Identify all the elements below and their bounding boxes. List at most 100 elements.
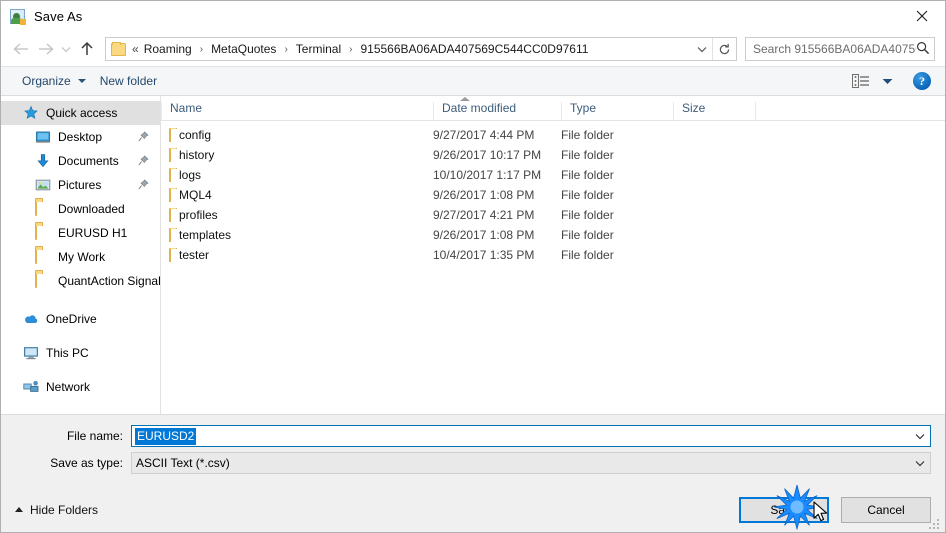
onedrive-icon (23, 311, 39, 327)
folder-icon (35, 200, 51, 217)
sidebar-item-label: My Work (58, 250, 106, 264)
network-icon (23, 379, 39, 395)
folder-icon (169, 208, 171, 222)
breadcrumb-item-metaquotes[interactable]: MetaQuotes (210, 42, 277, 56)
search-icon[interactable] (916, 41, 930, 58)
folder-icon (169, 148, 171, 162)
column-header-name[interactable]: Name (161, 101, 433, 120)
table-row[interactable]: history 9/26/2017 10:17 PM File folder (161, 145, 945, 165)
recent-locations-chevron-down-icon[interactable] (57, 37, 75, 61)
close-icon[interactable] (899, 1, 945, 31)
sidebar-item-label: This PC (46, 346, 89, 360)
sidebar-item-downloaded[interactable]: Downloaded (1, 197, 160, 221)
file-name-cell: config (169, 128, 433, 142)
sidebar-item-network[interactable]: Network (1, 375, 160, 399)
file-type-cell: File folder (561, 168, 614, 182)
file-type-cell: File folder (561, 128, 614, 142)
up-arrow-icon[interactable] (75, 37, 99, 61)
file-date-cell: 10/4/2017 1:35 PM (433, 248, 535, 262)
chevron-down-icon (77, 79, 86, 83)
sidebar-item-documents[interactable]: Documents (1, 149, 160, 173)
file-date-cell: 9/27/2017 4:44 PM (433, 128, 535, 142)
file-name-chevron-down-icon[interactable] (911, 433, 928, 440)
breadcrumb-overflow[interactable]: « (132, 42, 143, 56)
sidebar-item-quantaction-signal[interactable]: QuantAction Signal (1, 269, 160, 293)
new-folder-button[interactable]: New folder (93, 71, 164, 91)
breadcrumb-item-instance-id[interactable]: 915566BA06ADA407569C544CC0D97611 (359, 42, 589, 56)
back-arrow-icon[interactable] (9, 37, 33, 61)
file-type-cell: File folder (561, 188, 614, 202)
view-options-chevron-down-icon[interactable] (876, 78, 899, 85)
forward-arrow-icon[interactable] (33, 37, 57, 61)
address-chevron-down-icon[interactable] (692, 46, 712, 53)
save-as-type-chevron-down-icon[interactable] (911, 460, 928, 467)
column-header-date-modified[interactable]: Date modified (433, 101, 561, 120)
hide-folders-label: Hide Folders (30, 502, 99, 517)
resize-grip[interactable] (929, 517, 941, 529)
column-header-size[interactable]: Size (673, 101, 755, 120)
sidebar-item-my-work[interactable]: My Work (1, 245, 160, 269)
navigation-pane: Quick access Desktop Documents Pictures … (1, 96, 161, 414)
folder-icon (169, 128, 171, 142)
sidebar-item-pictures[interactable]: Pictures (1, 173, 160, 197)
breadcrumb-separator[interactable]: › (277, 44, 294, 55)
file-name-cell: MQL4 (169, 188, 433, 202)
folder-icon (169, 228, 171, 242)
sidebar-item-label: Pictures (58, 178, 102, 192)
table-row[interactable]: logs 10/10/2017 1:17 PM File folder (161, 165, 945, 185)
sidebar-item-quick-access[interactable]: Quick access (1, 101, 160, 125)
file-date-cell: 9/27/2017 4:21 PM (433, 208, 535, 222)
pictures-icon (35, 177, 51, 193)
file-type-cell: File folder (561, 248, 614, 262)
file-name-cell: tester (169, 248, 433, 262)
pin-icon[interactable] (138, 179, 149, 190)
sidebar-item-desktop[interactable]: Desktop (1, 125, 160, 149)
save-as-type-row: Save as type: ASCII Text (*.csv) (15, 452, 931, 474)
search-input[interactable]: Search 915566BA06ADA40756... (745, 37, 935, 61)
sidebar-item-label: EURUSD H1 (58, 226, 128, 240)
table-row[interactable]: config 9/27/2017 4:44 PM File folder (161, 125, 945, 145)
sidebar-item-onedrive[interactable]: OneDrive (1, 307, 160, 331)
save-button[interactable]: Save (739, 496, 829, 523)
breadcrumb-item-roaming[interactable]: Roaming (143, 42, 193, 56)
cancel-button[interactable]: Cancel (841, 496, 931, 523)
file-name-label: tester (179, 248, 210, 262)
folder-icon (35, 224, 51, 241)
save-as-dialog: Save As « Roaming › MetaQuotes › Termina… (0, 0, 946, 533)
hide-folders-button[interactable]: Hide Folders (15, 503, 98, 517)
window-title: Save As (34, 9, 83, 24)
file-list-pane: Name Date modified Type Size config 9/27… (161, 96, 945, 414)
file-rows: config 9/27/2017 4:44 PM File folder his… (161, 121, 945, 414)
table-row[interactable]: tester 10/4/2017 1:35 PM File folder (161, 245, 945, 265)
sidebar-item-label: Desktop (58, 130, 103, 144)
file-name-input[interactable]: EURUSD2 (131, 425, 931, 447)
search-placeholder: Search 915566BA06ADA40756... (753, 42, 916, 56)
pin-icon[interactable] (138, 155, 149, 166)
file-name-cell: templates (169, 228, 433, 242)
table-row[interactable]: templates 9/26/2017 1:08 PM File folder (161, 225, 945, 245)
breadcrumb-separator[interactable]: › (193, 44, 210, 55)
sidebar-item-this-pc[interactable]: This PC (1, 341, 160, 365)
this-pc-icon (23, 345, 39, 361)
sort-ascending-icon (460, 97, 470, 101)
list-view-icon[interactable] (846, 74, 876, 88)
navigation-bar: « Roaming › MetaQuotes › Terminal › 9155… (1, 32, 945, 66)
column-header-type[interactable]: Type (561, 101, 673, 120)
table-row[interactable]: profiles 9/27/2017 4:21 PM File folder (161, 205, 945, 225)
help-button[interactable]: ? (913, 72, 931, 90)
organize-button[interactable]: Organize (15, 71, 93, 91)
save-as-type-select[interactable]: ASCII Text (*.csv) (131, 452, 931, 474)
address-breadcrumb-bar[interactable]: « Roaming › MetaQuotes › Terminal › 9155… (105, 37, 737, 61)
file-date-cell: 9/26/2017 10:17 PM (433, 148, 542, 162)
chevron-up-icon (15, 507, 23, 512)
breadcrumb-separator[interactable]: › (342, 44, 359, 55)
pin-icon[interactable] (138, 131, 149, 142)
sidebar-item-eurusd-h1[interactable]: EURUSD H1 (1, 221, 160, 245)
column-header-filler (755, 102, 945, 120)
breadcrumb-item-terminal[interactable]: Terminal (295, 42, 342, 56)
refresh-icon[interactable] (712, 38, 736, 60)
file-name-cell: history (169, 148, 433, 162)
table-row[interactable]: MQL4 9/26/2017 1:08 PM File folder (161, 185, 945, 205)
file-name-label: File name: (66, 429, 123, 443)
